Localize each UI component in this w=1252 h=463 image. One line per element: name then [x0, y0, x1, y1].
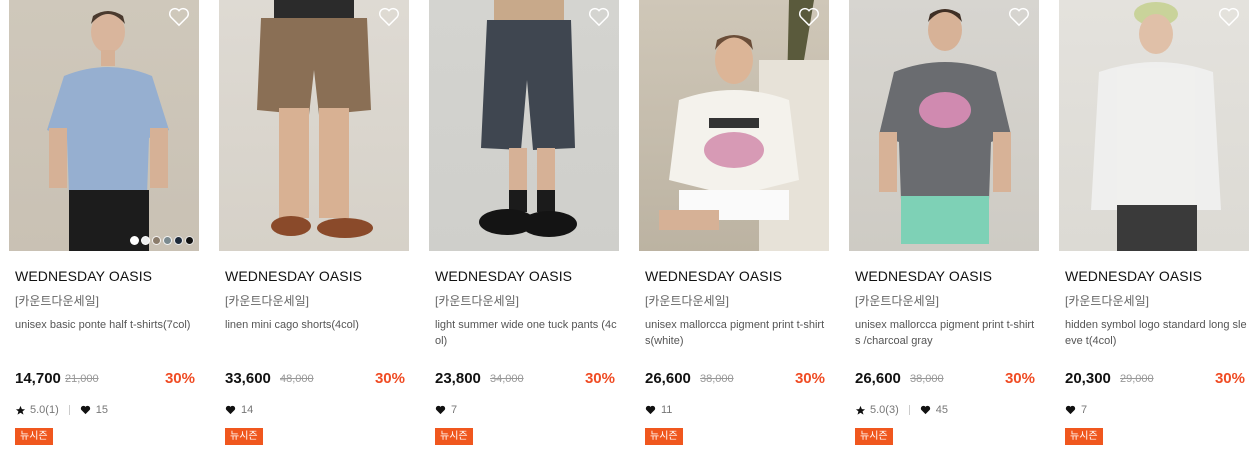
- product-photo: [659, 0, 829, 251]
- heart-icon: [645, 405, 656, 415]
- product-name[interactable]: unisex mallorcca pigment print t-shirts …: [855, 317, 1037, 349]
- discount-rate: 30%: [164, 370, 195, 387]
- product-meta: 14: [225, 404, 253, 416]
- product-name[interactable]: light summer wide one tuck pants (4col): [435, 317, 617, 349]
- likes-count: 7: [451, 404, 458, 416]
- discount-rate: 30%: [374, 370, 405, 387]
- brand-name[interactable]: WEDNESDAY OASIS: [435, 268, 572, 284]
- product-card[interactable]: WEDNESDAY OASIS [카운트다운세일] unisex mallorc…: [639, 0, 829, 445]
- sale-tag: [카운트다운세일]: [645, 294, 729, 308]
- rating-text: 5.0(1): [30, 404, 59, 416]
- sale-tag: [카운트다운세일]: [855, 294, 939, 308]
- discount-rate: 30%: [1004, 370, 1035, 387]
- color-swatch[interactable]: [130, 236, 139, 245]
- new-season-badge: 뉴시즌: [645, 428, 683, 445]
- brand-name[interactable]: WEDNESDAY OASIS: [1065, 268, 1202, 284]
- product-meta: 5.0(1) 15: [15, 404, 108, 416]
- color-swatch[interactable]: [185, 236, 194, 245]
- product-card[interactable]: WEDNESDAY OASIS [카운트다운세일] unisex basic p…: [9, 0, 199, 445]
- product-image[interactable]: [849, 0, 1039, 251]
- new-season-badge: 뉴시즌: [15, 428, 53, 445]
- discount-rate: 30%: [584, 370, 615, 387]
- heart-icon: [1065, 405, 1076, 415]
- new-season-badge: 뉴시즌: [855, 428, 893, 445]
- product-photo: [479, 0, 577, 237]
- color-swatches: [130, 236, 194, 245]
- sale-price: 14,700: [15, 370, 61, 387]
- original-price: 48,000: [280, 373, 314, 385]
- product-image[interactable]: [9, 0, 199, 251]
- new-season-badge: 뉴시즌: [1065, 428, 1103, 445]
- color-swatch[interactable]: [141, 236, 150, 245]
- new-season-badge: 뉴시즌: [435, 428, 473, 445]
- wishlist-heart-icon[interactable]: [798, 7, 820, 27]
- product-name[interactable]: unisex mallorcca pigment print t-shirts(…: [645, 317, 827, 349]
- wishlist-heart-icon[interactable]: [168, 7, 190, 27]
- sale-price: 33,600: [225, 370, 271, 387]
- product-meta: 7: [435, 404, 457, 416]
- product-grid: WEDNESDAY OASIS [카운트다운세일] unisex basic p…: [0, 0, 1252, 463]
- meta-divider: [908, 405, 910, 415]
- product-image[interactable]: [1059, 0, 1249, 251]
- original-price: 34,000: [490, 373, 524, 385]
- product-meta: 7: [1065, 404, 1087, 416]
- meta-divider: [68, 405, 70, 415]
- wishlist-heart-icon[interactable]: [1008, 7, 1030, 27]
- sale-price: 26,600: [645, 370, 691, 387]
- sale-tag: [카운트다운세일]: [435, 294, 519, 308]
- discount-rate: 30%: [794, 370, 825, 387]
- likes-count: 15: [95, 404, 108, 416]
- sale-tag: [카운트다운세일]: [15, 294, 99, 308]
- product-photo: [879, 9, 1011, 244]
- product-card[interactable]: WEDNESDAY OASIS [카운트다운세일] light summer w…: [429, 0, 619, 445]
- product-card[interactable]: WEDNESDAY OASIS [카운트다운세일] hidden symbol …: [1059, 0, 1249, 445]
- color-swatch[interactable]: [163, 236, 172, 245]
- product-photo: [257, 0, 373, 238]
- star-icon: [855, 405, 866, 415]
- rating-text: 5.0(3): [870, 404, 899, 416]
- heart-icon: [920, 405, 930, 415]
- product-name[interactable]: unisex basic ponte half t-shirts(7col): [15, 317, 197, 333]
- sale-price: 26,600: [855, 370, 901, 387]
- star-icon: [15, 405, 26, 415]
- wishlist-heart-icon[interactable]: [1218, 7, 1240, 27]
- product-name[interactable]: linen mini cago shorts(4col): [225, 317, 407, 333]
- discount-rate: 30%: [1214, 370, 1245, 387]
- sale-tag: [카운트다운세일]: [225, 294, 309, 308]
- original-price: 29,000: [1120, 373, 1154, 385]
- wishlist-heart-icon[interactable]: [588, 7, 610, 27]
- new-season-badge: 뉴시즌: [225, 428, 263, 445]
- original-price: 21,000: [65, 373, 99, 385]
- heart-icon: [80, 405, 90, 415]
- product-photo: [1091, 2, 1221, 251]
- sale-tag: [카운트다운세일]: [1065, 294, 1149, 308]
- original-price: 38,000: [910, 373, 944, 385]
- likes-count: 14: [241, 404, 254, 416]
- brand-name[interactable]: WEDNESDAY OASIS: [225, 268, 362, 284]
- product-name[interactable]: hidden symbol logo standard long sleeve …: [1065, 317, 1247, 349]
- product-image[interactable]: [639, 0, 829, 251]
- product-card[interactable]: WEDNESDAY OASIS [카운트다운세일] linen mini cag…: [219, 0, 409, 445]
- original-price: 38,000: [700, 373, 734, 385]
- sale-price: 20,300: [1065, 370, 1111, 387]
- brand-name[interactable]: WEDNESDAY OASIS: [15, 268, 152, 284]
- color-swatch[interactable]: [152, 236, 161, 245]
- product-image[interactable]: [219, 0, 409, 251]
- product-card[interactable]: WEDNESDAY OASIS [카운트다운세일] unisex mallorc…: [849, 0, 1039, 445]
- product-image[interactable]: [429, 0, 619, 251]
- color-swatch[interactable]: [174, 236, 183, 245]
- sale-price: 23,800: [435, 370, 481, 387]
- product-photo: [47, 11, 169, 251]
- wishlist-heart-icon[interactable]: [378, 7, 400, 27]
- product-meta: 11: [645, 404, 672, 416]
- likes-count: 11: [661, 404, 673, 416]
- likes-count: 7: [1081, 404, 1088, 416]
- brand-name[interactable]: WEDNESDAY OASIS: [645, 268, 782, 284]
- heart-icon: [225, 405, 236, 415]
- product-meta: 5.0(3) 45: [855, 404, 948, 416]
- brand-name[interactable]: WEDNESDAY OASIS: [855, 268, 992, 284]
- likes-count: 45: [935, 404, 948, 416]
- heart-icon: [435, 405, 446, 415]
